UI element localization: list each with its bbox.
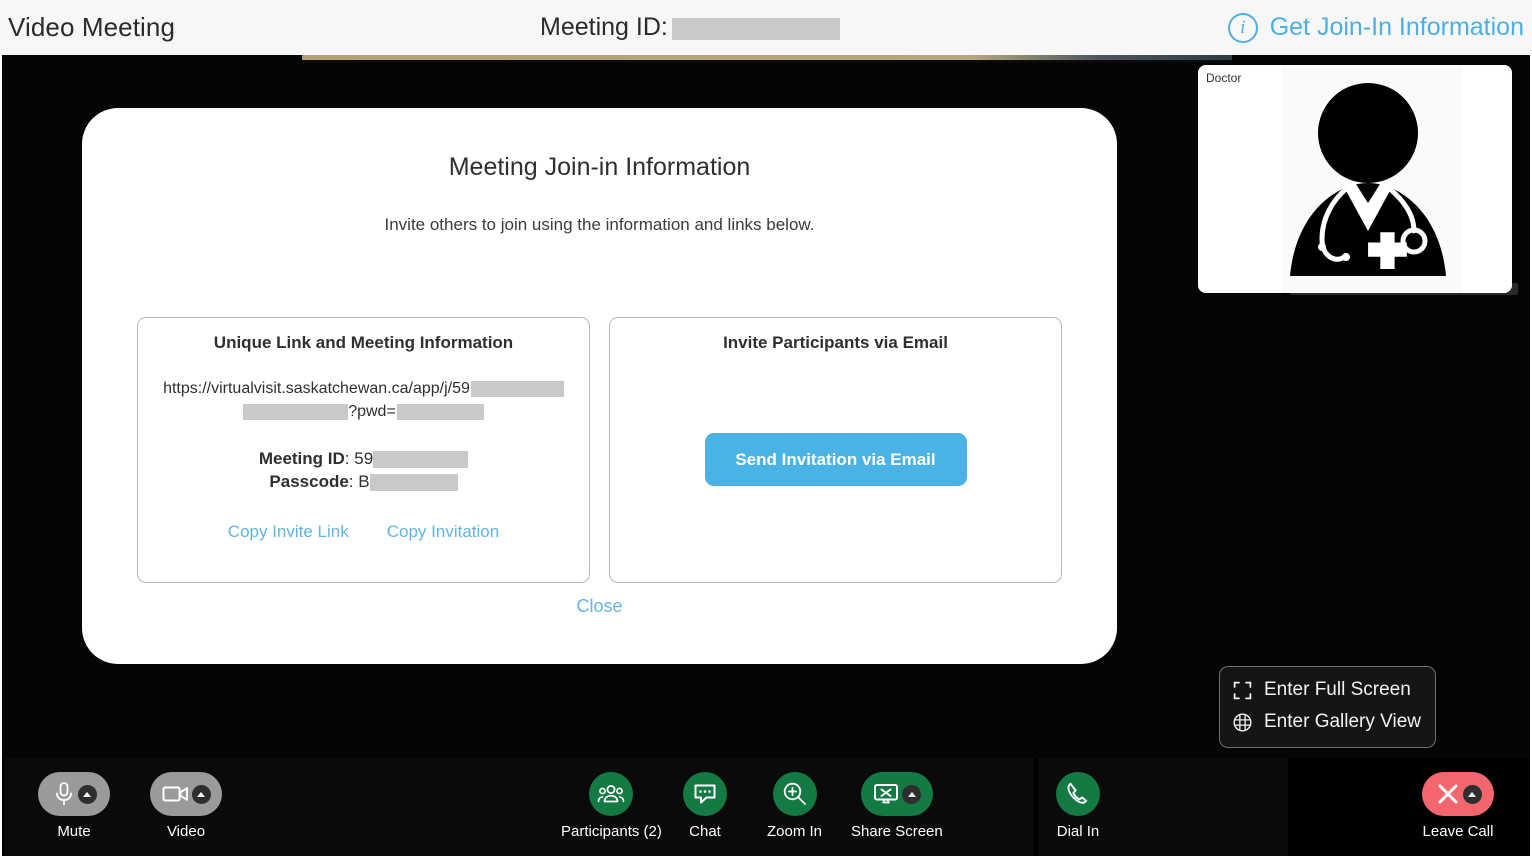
passcode-row: Passcode: B [138,470,589,493]
share-screen-button[interactable]: Share Screen [851,772,943,840]
passcode-field-redacted [370,474,458,491]
participants-button-label: Participants (2) [561,823,662,840]
leave-call-button[interactable]: Leave Call [1422,772,1494,840]
grid-icon [1232,712,1253,733]
dial-in-button-circle[interactable] [1056,772,1100,816]
invite-url-redacted-password [397,404,484,420]
video-stage: Doctor Meeting Join-in Information Invit… [0,55,1532,858]
passcode-field-value: B [358,472,369,491]
invite-email-panel: Invite Participants via Email Send Invit… [609,317,1062,583]
passcode-colon: : [349,472,358,491]
people-icon [597,784,625,804]
menu-item-enter-gallery-view-label: Enter Gallery View [1264,711,1421,733]
invite-url-redacted-part-2 [243,404,348,420]
modal-subtitle: Invite others to join using the informat… [82,215,1117,235]
leave-call-button-label: Leave Call [1423,823,1494,840]
meeting-id-row: Meeting ID: 59 [138,447,589,470]
meeting-credentials: Meeting ID: 59 Passcode: B [138,447,589,493]
participants-button-circle[interactable] [589,772,633,816]
meeting-id-colon: : [345,449,354,468]
video-button-label: Video [167,823,205,840]
participants-button[interactable]: Participants (2) [561,772,662,840]
chat-button-circle[interactable] [683,772,727,816]
leave-call-options-caret-icon[interactable] [1463,785,1482,804]
leave-call-button-pill[interactable] [1422,772,1494,816]
page-title: Video Meeting [8,12,175,43]
zoom-in-button-circle[interactable] [773,772,817,816]
participant-name-label: Doctor [1206,71,1241,85]
meeting-id-display: Meeting ID: [540,13,840,42]
info-icon: i [1228,13,1258,43]
video-button[interactable]: Video [150,772,222,840]
invite-email-panel-heading: Invite Participants via Email [610,333,1061,353]
participant-video-tile[interactable]: Doctor [1198,65,1512,293]
app-header: Video Meeting Meeting ID: i Get Join-In … [0,0,1532,55]
doctor-avatar-icon [1278,71,1458,286]
modal-title: Meeting Join-in Information [82,153,1117,182]
get-join-in-information-button[interactable]: i Get Join-In Information [1228,13,1524,43]
mute-button-pill[interactable] [38,772,110,816]
mute-button[interactable]: Mute [38,772,110,840]
zoom-in-button[interactable]: Zoom In [767,772,822,840]
invite-url-prefix: https://virtualvisit.saskatchewan.ca/app… [163,380,470,397]
microphone-icon [52,781,76,807]
copy-invitation-button[interactable]: Copy Invitation [387,522,499,542]
fullscreen-icon [1232,680,1253,701]
copy-invite-link-button[interactable]: Copy Invite Link [228,522,349,542]
dial-in-button-label: Dial In [1057,823,1100,840]
passcode-field-label: Passcode [269,472,348,491]
close-button[interactable]: Close [82,596,1117,617]
share-screen-button-pill[interactable] [861,772,933,816]
mute-button-label: Mute [57,823,90,840]
dial-in-button[interactable]: Dial In [1056,772,1100,840]
invite-url-query-prefix: ?pwd= [348,403,396,420]
unique-link-panel: Unique Link and Meeting Information http… [137,317,590,583]
video-meeting-app: Video Meeting Meeting ID: i Get Join-In … [0,0,1532,858]
view-options-menu: Enter Full Screen Enter Gallery View [1219,666,1436,748]
close-x-icon [1435,781,1461,807]
shared-screen-strip-shadow [302,60,1232,63]
invite-url-redacted-part-1 [471,381,564,397]
copy-actions-row: Copy Invite Link Copy Invitation [138,522,589,542]
invite-url-display: https://virtualvisit.saskatchewan.ca/app… [138,377,589,423]
phone-icon [1065,781,1091,807]
meeting-id-field-redacted [373,451,468,468]
modal-panels: Unique Link and Meeting Information http… [137,317,1062,583]
unique-link-panel-heading: Unique Link and Meeting Information [138,333,589,353]
meeting-id-label: Meeting ID: [540,13,668,42]
camera-icon [162,784,190,804]
share-screen-button-label: Share Screen [851,823,943,840]
mute-options-caret-icon[interactable] [78,785,97,804]
share-screen-options-caret-icon[interactable] [902,785,921,804]
send-invitation-via-email-button[interactable]: Send Invitation via Email [705,433,967,486]
chat-button-label: Chat [689,823,721,840]
meeting-id-field-label: Meeting ID [259,449,345,468]
video-button-pill[interactable] [150,772,222,816]
menu-item-enter-full-screen-label: Enter Full Screen [1264,679,1411,701]
chat-bubble-icon [693,783,717,805]
meeting-toolbar: Mute Video [2,758,1530,856]
get-join-in-information-label: Get Join-In Information [1270,13,1524,42]
magnifier-plus-icon [782,781,808,807]
menu-item-enter-gallery-view[interactable]: Enter Gallery View [1220,706,1435,738]
meeting-id-field-value: 59 [354,449,373,468]
zoom-in-button-label: Zoom In [767,823,822,840]
join-in-information-modal: Meeting Join-in Information Invite other… [82,108,1117,664]
menu-item-enter-full-screen[interactable]: Enter Full Screen [1220,674,1435,706]
video-options-caret-icon[interactable] [192,785,211,804]
stop-share-icon [872,782,900,806]
meeting-id-redacted-value [672,18,840,40]
chat-button[interactable]: Chat [683,772,727,840]
